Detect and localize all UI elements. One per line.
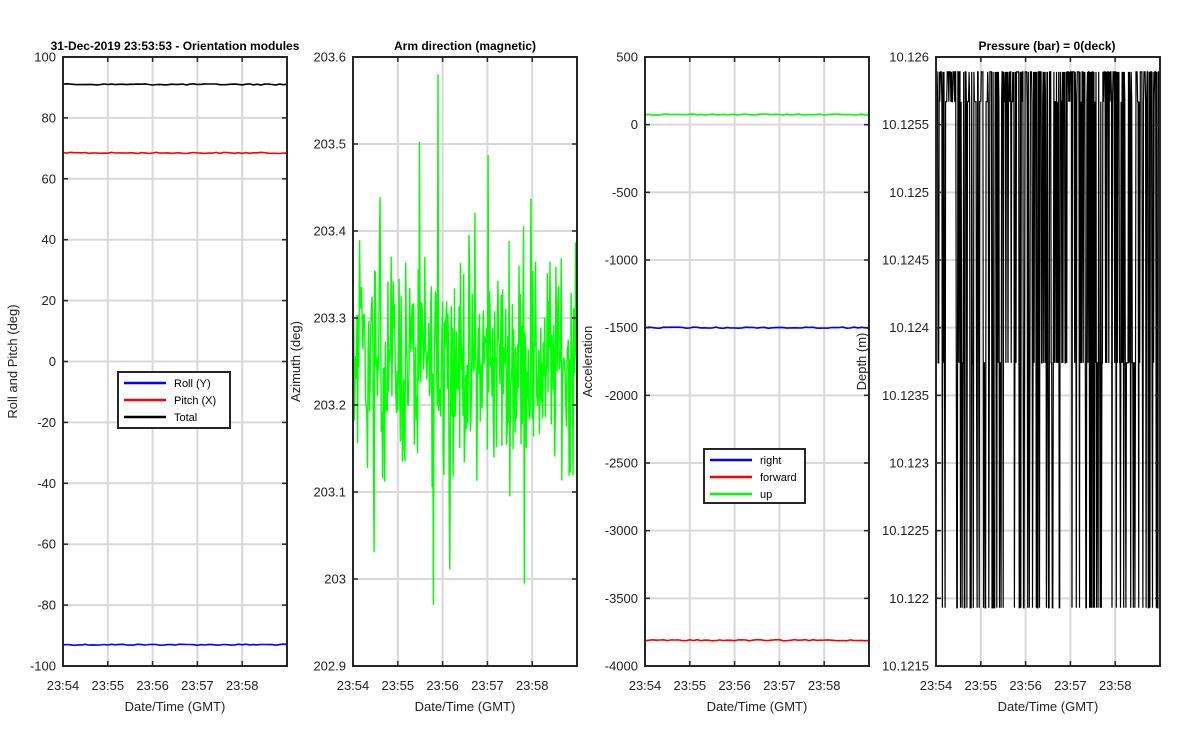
acceleration-legend: right forward up bbox=[703, 448, 806, 504]
acceleration-legend-label: forward bbox=[760, 472, 797, 484]
acceleration-legend-label: up bbox=[760, 489, 772, 501]
arm-direction-ytick-label: 203.2 bbox=[313, 398, 346, 413]
arm-direction-ytick-label: 203.6 bbox=[313, 50, 346, 65]
pressure-title: Pressure (bar) = 0(deck) bbox=[978, 39, 1115, 53]
pressure-depth-ytick-label: 10.1245 bbox=[882, 253, 929, 268]
roll-pitch-xtick-label: 23:57 bbox=[181, 678, 214, 693]
pressure-depth-xtick-label: 23:56 bbox=[1009, 678, 1042, 693]
roll-pitch-ytick-label: -20 bbox=[37, 415, 56, 430]
roll-pitch-series-pitch-x- bbox=[62, 151, 288, 155]
arm-direction-xlabel: Date/Time (GMT) bbox=[415, 699, 516, 714]
arm-direction-xtick-label: 23:54 bbox=[337, 678, 370, 693]
acceleration-xtick-label: 23:56 bbox=[718, 678, 751, 693]
acceleration-ytick-label: -2000 bbox=[605, 388, 638, 403]
pressure-depth-ytick-label: 10.1225 bbox=[882, 523, 929, 538]
roll-pitch-xtick-label: 23:58 bbox=[226, 678, 259, 693]
acceleration-ytick-label: 0 bbox=[631, 117, 638, 132]
arm-direction-xtick-label: 23:57 bbox=[471, 678, 504, 693]
roll-pitch-ytick-label: 60 bbox=[42, 171, 56, 186]
arm-direction-xtick-label: 23:58 bbox=[516, 678, 549, 693]
roll-pitch-ytick-label: 40 bbox=[42, 232, 56, 247]
pressure-depth-ytick-label: 10.1235 bbox=[882, 388, 929, 403]
roll-pitch-ytick-label: -100 bbox=[30, 659, 56, 674]
pressure-depth-xtick-label: 23:55 bbox=[965, 678, 998, 693]
roll-pitch-ytick-label: -80 bbox=[37, 598, 56, 613]
pressure-depth-ytick-label: 10.1215 bbox=[882, 659, 929, 674]
roll-pitch-xtick-label: 23:54 bbox=[47, 678, 80, 693]
roll-pitch-xtick-label: 23:55 bbox=[92, 678, 125, 693]
arm-direction-ytick-label: 203.5 bbox=[313, 137, 346, 152]
arm-direction-ytick-label: 202.9 bbox=[313, 659, 346, 674]
roll-pitch-legend-label: Roll (Y) bbox=[174, 378, 211, 390]
pressure-depth-xtick-label: 23:58 bbox=[1099, 678, 1132, 693]
pressure-depth-ytick-label: 10.124 bbox=[889, 320, 929, 335]
acceleration-ytick-label: -2500 bbox=[605, 456, 638, 471]
arm-direction-ylabel: Azimuth (deg) bbox=[288, 321, 303, 402]
roll-pitch-xlabel: Date/Time (GMT) bbox=[125, 699, 226, 714]
roll-pitch-ytick-label: 80 bbox=[42, 110, 56, 125]
acceleration-xtick-label: 23:58 bbox=[808, 678, 841, 693]
roll-pitch-ytick-label: -40 bbox=[37, 476, 56, 491]
acceleration-ytick-label: -3000 bbox=[605, 523, 638, 538]
acceleration-xtick-label: 23:57 bbox=[763, 678, 796, 693]
roll-pitch-ytick-label: 0 bbox=[49, 354, 56, 369]
acceleration-ytick-label: -1500 bbox=[605, 320, 638, 335]
pressure-depth-ytick-label: 10.122 bbox=[889, 591, 929, 606]
acceleration-xtick-label: 23:55 bbox=[674, 678, 707, 693]
acceleration-xtick-label: 23:54 bbox=[629, 678, 662, 693]
arm-direction-ytick-label: 203.1 bbox=[313, 485, 346, 500]
acceleration-ytick-label: -4000 bbox=[605, 659, 638, 674]
arm-direction-xtick-label: 23:55 bbox=[382, 678, 415, 693]
acceleration-legend-label: right bbox=[760, 455, 781, 467]
acceleration-xlabel: Date/Time (GMT) bbox=[707, 699, 808, 714]
roll-pitch-ylabel: Roll and Pitch (deg) bbox=[5, 304, 20, 418]
roll-pitch-xtick-label: 23:56 bbox=[136, 678, 169, 693]
acceleration-plot-area bbox=[645, 57, 869, 666]
pressure-depth-xlabel: Date/Time (GMT) bbox=[998, 699, 1099, 714]
pressure-depth-ylabel: Depth (m) bbox=[854, 333, 869, 391]
pressure-depth-xtick-label: 23:54 bbox=[920, 678, 953, 693]
pressure-depth-ytick-label: 10.126 bbox=[889, 50, 929, 65]
pressure-depth-xtick-label: 23:57 bbox=[1054, 678, 1087, 693]
acceleration-ytick-label: -500 bbox=[612, 185, 638, 200]
acceleration-ylabel: Acceleration bbox=[580, 326, 595, 398]
arm-direction-xtick-label: 23:56 bbox=[426, 678, 459, 693]
pressure-depth-ytick-label: 10.123 bbox=[889, 456, 929, 471]
arm-direction-ytick-label: 203.3 bbox=[313, 311, 346, 326]
figure: 31-Dec-2019 23:53:53 - Orientation modul… bbox=[0, 0, 1200, 750]
roll-pitch-ytick-label: -60 bbox=[37, 537, 56, 552]
roll-pitch-legend-label: Pitch (X) bbox=[174, 395, 216, 407]
roll-pitch-legend: Roll (Y) Pitch (X) Total bbox=[117, 371, 231, 429]
arm-direction-title: Arm direction (magnetic) bbox=[394, 39, 536, 53]
roll-pitch-legend-label: Total bbox=[174, 412, 197, 424]
acceleration-ytick-label: -3500 bbox=[605, 591, 638, 606]
arm-direction-ytick-label: 203 bbox=[324, 572, 346, 587]
arm-direction-ytick-label: 203.4 bbox=[313, 224, 346, 239]
acceleration-ytick-label: 500 bbox=[616, 50, 638, 65]
pressure-depth-ytick-label: 10.1255 bbox=[882, 117, 929, 132]
pressure-depth-ytick-label: 10.125 bbox=[889, 185, 929, 200]
roll-pitch-ytick-label: 20 bbox=[42, 293, 56, 308]
acceleration-ytick-label: -1000 bbox=[605, 253, 638, 268]
roll-pitch-ytick-label: 100 bbox=[34, 50, 56, 65]
figure-title: 31-Dec-2019 23:53:53 - Orientation modul… bbox=[51, 39, 300, 53]
